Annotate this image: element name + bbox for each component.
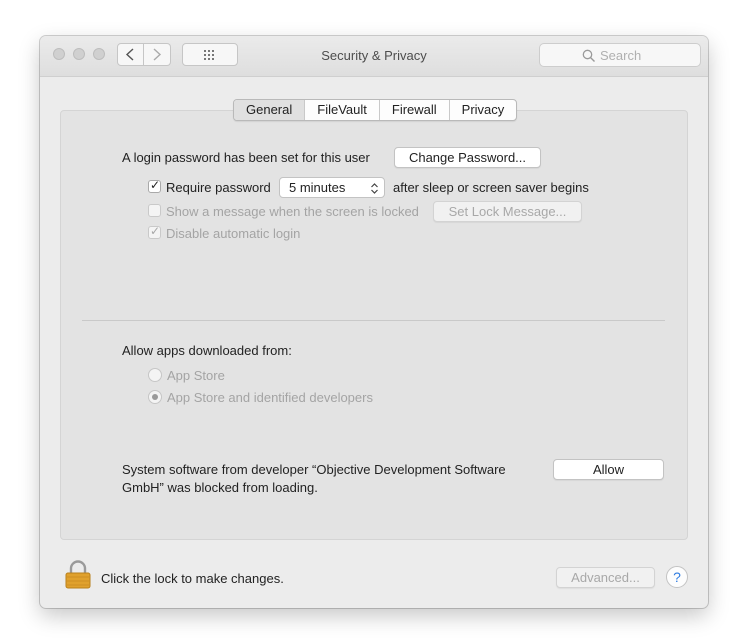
advanced-button[interactable]: Advanced...: [556, 567, 655, 588]
radio-app-store[interactable]: [148, 368, 162, 382]
updown-chevron-icon: [371, 183, 378, 194]
lock-icon: [65, 560, 91, 589]
radio-dot: [152, 394, 158, 400]
tab-privacy[interactable]: Privacy: [448, 100, 517, 120]
allow-button[interactable]: Allow: [553, 459, 664, 480]
change-password-button[interactable]: Change Password...: [394, 147, 541, 168]
radio-identified-developers[interactable]: [148, 390, 162, 404]
show-message-checkbox[interactable]: [148, 204, 161, 217]
tab-bar: General FileVault Firewall Privacy: [233, 99, 518, 121]
search-icon: [582, 49, 595, 62]
allow-apps-heading: Allow apps downloaded from:: [122, 343, 292, 358]
search-field[interactable]: Search: [539, 43, 701, 67]
set-lock-message-button[interactable]: Set Lock Message...: [433, 201, 582, 222]
help-icon: ?: [673, 569, 681, 585]
tab-firewall[interactable]: Firewall: [378, 100, 449, 120]
preferences-window: Security & Privacy Search General FileVa…: [40, 36, 708, 608]
radio-identified-developers-label: App Store and identified developers: [167, 390, 373, 405]
blocked-software-line2: GmbH” was blocked from loading.: [122, 480, 318, 495]
blocked-software-line1: System software from developer “Objectiv…: [122, 462, 506, 477]
search-placeholder: Search: [600, 48, 642, 63]
show-message-label: Show a message when the screen is locked: [166, 204, 419, 219]
tab-general[interactable]: General: [234, 100, 305, 120]
lock-button[interactable]: [64, 560, 92, 593]
tab-filevault[interactable]: FileVault: [304, 100, 379, 120]
require-password-checkbox[interactable]: ✓: [148, 178, 161, 193]
disable-auto-login-checkbox[interactable]: ✓: [148, 224, 161, 239]
title-bar: Security & Privacy Search: [40, 36, 708, 77]
interval-value: 5 minutes: [289, 180, 346, 195]
login-password-text: A login password has been set for this u…: [122, 150, 370, 165]
lock-text: Click the lock to make changes.: [101, 571, 284, 586]
checkmark-icon: ✓: [150, 224, 161, 238]
require-password-label: Require password: [166, 180, 271, 195]
require-password-interval-select[interactable]: 5 minutes: [279, 177, 385, 198]
radio-app-store-label: App Store: [167, 368, 225, 383]
section-divider: [82, 320, 665, 321]
after-sleep-text: after sleep or screen saver begins: [393, 180, 589, 195]
checkmark-icon: ✓: [150, 178, 161, 192]
disable-auto-login-label: Disable automatic login: [166, 226, 301, 241]
help-button[interactable]: ?: [666, 566, 688, 588]
